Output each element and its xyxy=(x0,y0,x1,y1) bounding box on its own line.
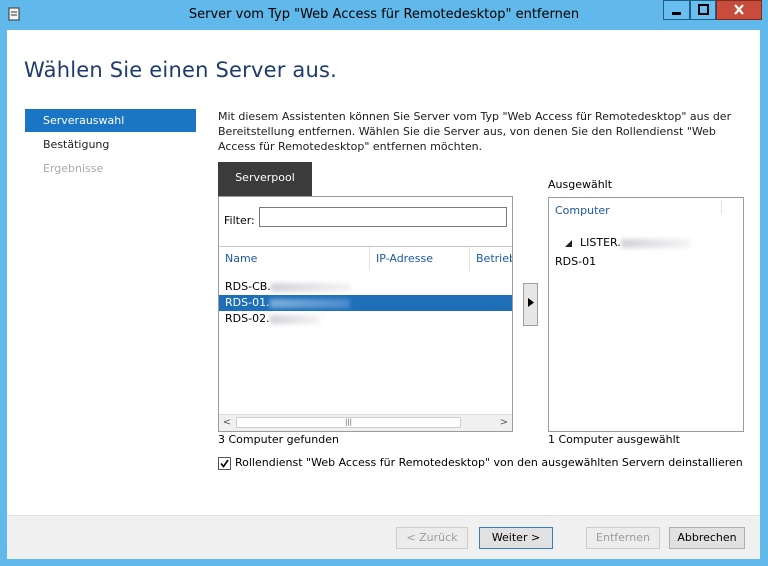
uninstall-checkbox[interactable] xyxy=(218,456,231,470)
scroll-left-icon[interactable]: < xyxy=(219,415,235,431)
filter-row: Filter: xyxy=(219,197,512,247)
tab-serverpool[interactable]: Serverpool xyxy=(218,162,312,196)
table-row[interactable]: RDS-CB. xyxy=(219,279,512,295)
table-row[interactable]: RDS-01. xyxy=(219,295,512,311)
selected-label: Ausgewählt xyxy=(548,178,613,191)
column-header-betriebssystem[interactable]: Betrieb xyxy=(469,247,512,271)
scroll-right-icon[interactable]: > xyxy=(496,415,512,431)
scroll-thumb[interactable]: ||| xyxy=(236,417,461,428)
filter-label: Filter: xyxy=(224,214,255,227)
server-name: RDS-02. xyxy=(225,312,270,325)
wizard-content: Wählen Sie einen Server aus. Serverauswa… xyxy=(7,30,760,559)
filter-input[interactable] xyxy=(259,207,507,227)
collapse-icon xyxy=(565,239,572,247)
pool-count-text: 3 Computer gefunden xyxy=(218,433,339,446)
checkmark-icon xyxy=(220,459,229,468)
page-title: Wählen Sie einen Server aus. xyxy=(24,58,338,82)
nav-item-serverauswahl[interactable]: Serverauswahl xyxy=(25,109,196,132)
cancel-button[interactable]: Abbrechen xyxy=(669,527,745,549)
redacted-domain xyxy=(620,238,691,248)
horizontal-scrollbar[interactable]: < ||| > xyxy=(219,414,512,431)
add-server-button[interactable] xyxy=(523,283,538,326)
nav-item-ergebnisse: Ergebnisse xyxy=(43,162,104,175)
uninstall-option[interactable]: Rollendienst "Web Access für Remotedeskt… xyxy=(218,456,743,470)
window-title: Server vom Typ "Web Access für Remotedes… xyxy=(188,7,580,22)
column-header-name[interactable]: Name xyxy=(219,247,369,271)
button-bar: < Zurück Weiter > Entfernen Abbrechen xyxy=(7,515,760,559)
column-header-ip[interactable]: IP-Adresse xyxy=(369,247,469,271)
selected-panel: Computer LISTER. RDS-01 xyxy=(548,197,744,432)
remove-button[interactable]: Entfernen xyxy=(586,527,660,549)
selected-count-text: 1 Computer ausgewählt xyxy=(548,433,680,446)
uninstall-label: Rollendienst "Web Access für Remotedeskt… xyxy=(235,456,743,469)
back-button[interactable]: < Zurück xyxy=(396,527,468,549)
arrow-right-icon xyxy=(527,298,534,307)
description-text: Mit diesem Assistenten können Sie Server… xyxy=(218,110,732,153)
selected-item[interactable]: RDS-01 xyxy=(555,255,596,268)
title-bar: Server vom Typ "Web Access für Remotedes… xyxy=(0,0,768,30)
table-row[interactable]: RDS-02. xyxy=(219,311,512,327)
server-name: RDS-01. xyxy=(225,296,270,309)
next-button[interactable]: Weiter > xyxy=(479,527,553,549)
group-header[interactable]: LISTER. xyxy=(565,236,691,249)
minimize-button[interactable] xyxy=(663,0,690,20)
group-name: LISTER. xyxy=(580,236,621,249)
wizard-window: Server vom Typ "Web Access für Remotedes… xyxy=(0,0,768,566)
selected-column-header[interactable]: Computer xyxy=(555,204,610,217)
redacted-domain xyxy=(269,314,320,324)
column-divider xyxy=(721,200,722,214)
wizard-nav: Serverauswahl Bestätigung Ergebnisse xyxy=(25,109,196,181)
maximize-button[interactable] xyxy=(690,0,716,20)
close-button[interactable] xyxy=(716,0,762,20)
serverpool-panel: Filter: Name IP-Adresse Betrieb RDS-CB. … xyxy=(218,196,513,432)
server-name: RDS-CB. xyxy=(225,280,271,293)
nav-item-bestaetigung[interactable]: Bestätigung xyxy=(25,133,196,156)
redacted-domain xyxy=(270,282,351,292)
redacted-domain xyxy=(269,298,350,308)
